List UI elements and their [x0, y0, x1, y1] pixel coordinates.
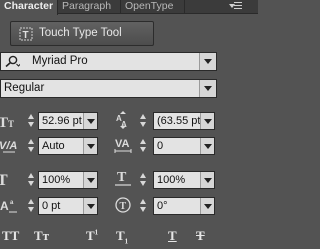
vertical-scale-icon: T: [0, 172, 8, 188]
vertical-scale-arrow[interactable]: [83, 172, 97, 188]
tracking-icon: VA: [114, 138, 132, 153]
horizontal-scale-icon: T: [115, 170, 131, 186]
touch-type-icon: T: [19, 27, 33, 41]
font-style-value: Regular: [4, 82, 45, 94]
svg-text:A: A: [121, 120, 127, 129]
panel-tab-bar: Character Paragraph OpenType: [0, 0, 258, 15]
svg-text:a: a: [10, 200, 14, 206]
font-size-value: 52.96 pt: [42, 115, 82, 127]
font-family-value: Myriad Pro: [32, 55, 88, 67]
tab-character-label: Character: [4, 0, 54, 12]
kerning-arrow[interactable]: [83, 138, 97, 154]
tracking-value: 0: [157, 140, 164, 152]
rotation-stepper[interactable]: [140, 199, 147, 213]
font-family-dropdown[interactable]: Myriad Pro: [0, 52, 217, 71]
all-caps-button[interactable]: TT: [2, 228, 19, 244]
svg-text:T: T: [8, 119, 14, 129]
small-caps-button[interactable]: Tт: [34, 228, 49, 244]
touch-type-tool-label: Touch Type Tool: [39, 27, 122, 39]
font-family-arrow[interactable]: [199, 53, 216, 70]
tab-paragraph-label: Paragraph: [62, 0, 112, 12]
all-caps-label: TT: [2, 228, 20, 243]
font-size-icon: T T: [0, 115, 14, 130]
font-style-dropdown[interactable]: Regular: [0, 79, 217, 98]
kerning-field[interactable]: Auto: [38, 137, 98, 155]
tracking-arrow[interactable]: [200, 138, 214, 154]
rotation-value: 0°: [157, 200, 168, 212]
underline-button[interactable]: T: [168, 228, 177, 244]
svg-text:T: T: [0, 115, 8, 130]
kerning-icon: V/A: [0, 140, 17, 153]
touch-type-tool-button[interactable]: T Touch Type Tool: [10, 21, 154, 46]
underline-label: T: [168, 228, 177, 243]
tab-opentype[interactable]: OpenType: [121, 0, 185, 14]
leading-value: (63.55 pt: [157, 115, 201, 127]
svg-text:T: T: [117, 170, 127, 185]
panel-menu-icon[interactable]: [229, 2, 244, 11]
rotation-field[interactable]: 0°: [153, 197, 215, 215]
svg-text:T: T: [0, 172, 8, 188]
tracking-field[interactable]: 0: [153, 137, 215, 155]
leading-stepper[interactable]: [140, 114, 147, 128]
tab-character[interactable]: Character: [0, 0, 58, 15]
horizontal-scale-arrow[interactable]: [200, 172, 214, 188]
svg-text:A: A: [0, 199, 9, 213]
vertical-scale-field[interactable]: 100%: [38, 171, 98, 189]
baseline-shift-stepper[interactable]: [28, 199, 35, 213]
svg-text:VA: VA: [115, 138, 130, 150]
baseline-shift-field[interactable]: 0 pt: [38, 197, 98, 215]
rotation-icon: T: [115, 197, 131, 213]
font-size-stepper[interactable]: [28, 114, 35, 128]
horizontal-scale-stepper[interactable]: [140, 173, 147, 187]
vertical-scale-value: 100%: [42, 174, 71, 186]
tracking-stepper[interactable]: [140, 139, 147, 153]
leading-arrow[interactable]: [200, 113, 214, 129]
subscript-label: T: [116, 228, 125, 243]
svg-text:V/A: V/A: [0, 140, 17, 152]
font-size-arrow[interactable]: [83, 113, 97, 129]
tab-opentype-label: OpenType: [125, 0, 174, 12]
search-icon: [5, 55, 20, 68]
superscript-label: T: [86, 228, 95, 243]
svg-text:T: T: [23, 30, 29, 41]
vertical-scale-stepper[interactable]: [28, 173, 35, 187]
strikethrough-button[interactable]: T: [196, 228, 205, 244]
font-size-field[interactable]: 52.96 pt: [38, 112, 98, 130]
tab-paragraph[interactable]: Paragraph: [58, 0, 121, 14]
baseline-shift-icon: A a: [0, 199, 17, 213]
kerning-stepper[interactable]: [28, 139, 35, 153]
horizontal-scale-value: 100%: [157, 174, 186, 186]
strikethrough-label: T: [196, 228, 205, 243]
kerning-value: Auto: [42, 140, 65, 152]
rotation-arrow[interactable]: [200, 198, 214, 214]
leading-field[interactable]: (63.55 pt: [153, 112, 215, 130]
subscript-button[interactable]: T1: [116, 228, 128, 246]
superscript-button[interactable]: T1: [86, 228, 98, 244]
svg-text:T: T: [120, 201, 127, 212]
small-caps-label: Tт: [34, 228, 50, 243]
text-style-buttons: TT Tт T1 T1 T T: [0, 226, 258, 246]
baseline-shift-arrow[interactable]: [83, 198, 97, 214]
font-style-arrow[interactable]: [199, 80, 216, 97]
baseline-shift-value: 0 pt: [42, 200, 61, 212]
horizontal-scale-field[interactable]: 100%: [153, 171, 215, 189]
leading-icon: A A: [116, 111, 127, 129]
